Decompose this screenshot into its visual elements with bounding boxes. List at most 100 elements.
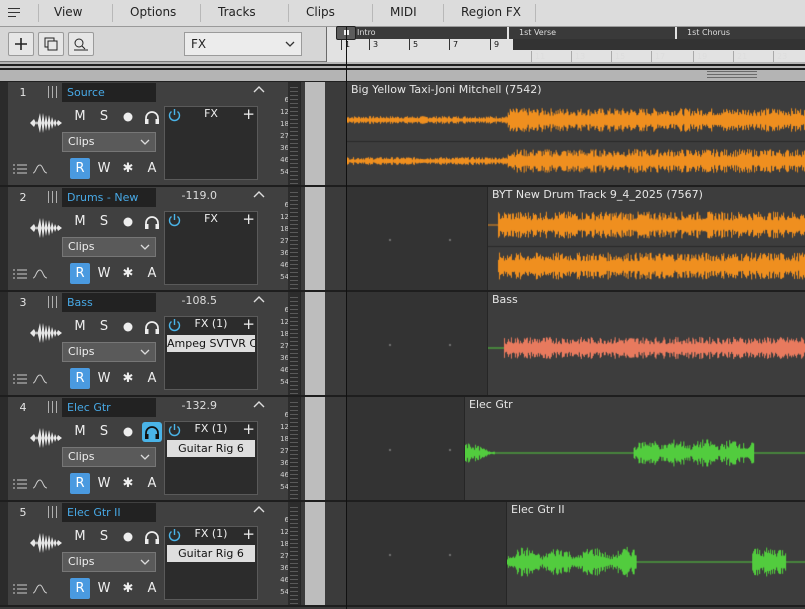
mute-button[interactable]: M <box>70 527 90 547</box>
automation-curve-icon[interactable] <box>32 478 48 490</box>
fx-power-icon[interactable] <box>167 422 182 437</box>
marker-1st-chorus[interactable]: 1st Chorus <box>677 27 805 39</box>
track-view-mode-select[interactable]: Clips <box>62 237 156 257</box>
add-fx-plus-icon[interactable]: + <box>242 315 255 333</box>
track-list-icon[interactable] <box>12 268 28 280</box>
marker-1st-verse[interactable]: 1st Verse <box>509 27 675 39</box>
arm-automation-button[interactable]: A <box>142 263 162 284</box>
track-view-button[interactable] <box>68 32 94 56</box>
automation-mode-button[interactable]: ✱ <box>118 263 138 284</box>
track-view-mode-select[interactable]: Clips <box>62 342 156 362</box>
track-grip-icon[interactable] <box>47 401 59 413</box>
solo-button[interactable]: S <box>94 422 114 442</box>
fx-plugin-slot[interactable]: Guitar Rig 6 <box>167 440 255 457</box>
arm-automation-button[interactable]: A <box>142 473 162 494</box>
write-automation-button[interactable]: W <box>94 473 114 494</box>
write-automation-button[interactable]: W <box>94 263 114 284</box>
mute-button[interactable]: M <box>70 212 90 232</box>
solo-button[interactable]: S <box>94 317 114 337</box>
solo-button[interactable]: S <box>94 527 114 547</box>
write-automation-button[interactable]: W <box>94 158 114 179</box>
automation-mode-button[interactable]: ✱ <box>118 578 138 599</box>
add-fx-plus-icon[interactable]: + <box>242 105 255 123</box>
read-automation-button[interactable]: R <box>70 578 90 599</box>
track-grip-icon[interactable] <box>47 86 59 98</box>
arm-automation-button[interactable]: A <box>142 368 162 389</box>
automation-curve-icon[interactable] <box>32 583 48 595</box>
record-arm-icon[interactable] <box>118 317 138 337</box>
add-fx-plus-icon[interactable]: + <box>242 525 255 543</box>
track-list-icon[interactable] <box>12 583 28 595</box>
track-view-mode-select[interactable]: Clips <box>62 552 156 572</box>
arm-automation-button[interactable]: A <box>142 578 162 599</box>
fx-plugin-slot[interactable]: Guitar Rig 6 <box>167 545 255 562</box>
track-list-icon[interactable] <box>12 373 28 385</box>
audio-clip[interactable]: Bass <box>487 292 805 395</box>
track-lane[interactable]: Big Yellow Taxi-Joni Mitchell (7542) <box>346 82 805 185</box>
menu-view[interactable]: View <box>54 5 82 19</box>
track-grip-icon[interactable] <box>47 506 59 518</box>
arm-automation-button[interactable]: A <box>142 158 162 179</box>
automation-curve-icon[interactable] <box>32 268 48 280</box>
input-monitor-button[interactable] <box>142 317 162 337</box>
pane-splitter[interactable] <box>0 62 805 82</box>
fx-select[interactable]: FX <box>184 32 302 56</box>
menu-options[interactable]: Options <box>130 5 176 19</box>
record-arm-icon[interactable] <box>118 527 138 547</box>
record-arm-icon[interactable] <box>118 422 138 442</box>
menu-icon[interactable] <box>8 5 24 21</box>
mute-button[interactable]: M <box>70 107 90 127</box>
record-arm-icon[interactable] <box>118 107 138 127</box>
menu-tracks[interactable]: Tracks <box>218 5 256 19</box>
mute-button[interactable]: M <box>70 422 90 442</box>
automation-curve-icon[interactable] <box>32 163 48 175</box>
menu-region-fx[interactable]: Region FX <box>461 5 521 19</box>
read-automation-button[interactable]: R <box>70 158 90 179</box>
audio-clip[interactable]: Elec Gtr <box>464 397 805 500</box>
track-list-icon[interactable] <box>12 163 28 175</box>
track-lane[interactable]: Elec Gtr II <box>346 502 805 605</box>
solo-button[interactable]: S <box>94 212 114 232</box>
menu-clips[interactable]: Clips <box>306 5 335 19</box>
track-name-field[interactable]: Drums - New <box>62 188 156 207</box>
audio-clip[interactable]: Elec Gtr II <box>506 502 805 605</box>
solo-button[interactable]: S <box>94 107 114 127</box>
timeline-ruler[interactable]: Intro 1st Verse 1st Chorus 1 3 5 7 9 11 … <box>326 27 805 62</box>
duplicate-track-button[interactable] <box>38 32 64 56</box>
track-name-field[interactable]: Elec Gtr II <box>62 503 156 522</box>
track-name-field[interactable]: Bass <box>62 293 156 312</box>
track-grip-icon[interactable] <box>47 296 59 308</box>
track-grip-icon[interactable] <box>47 191 59 203</box>
mute-button[interactable]: M <box>70 317 90 337</box>
automation-mode-button[interactable]: ✱ <box>118 368 138 389</box>
marker-intro[interactable]: Intro <box>347 27 507 39</box>
menu-midi[interactable]: MIDI <box>390 5 417 19</box>
input-monitor-button[interactable] <box>142 422 162 442</box>
fx-power-icon[interactable] <box>167 212 182 227</box>
audio-clip[interactable]: BYT New Drum Track 9_4_2025 (7567) <box>487 187 805 290</box>
track-lane[interactable]: Bass <box>346 292 805 395</box>
audio-clip[interactable]: Big Yellow Taxi-Joni Mitchell (7542) <box>346 82 805 185</box>
fx-power-icon[interactable] <box>167 107 182 122</box>
track-name-field[interactable]: Elec Gtr <box>62 398 156 417</box>
track-name-field[interactable]: Source <box>62 83 156 102</box>
read-automation-button[interactable]: R <box>70 473 90 494</box>
write-automation-button[interactable]: W <box>94 578 114 599</box>
automation-mode-button[interactable]: ✱ <box>118 473 138 494</box>
track-view-mode-select[interactable]: Clips <box>62 447 156 467</box>
track-lane[interactable]: Elec Gtr <box>346 397 805 500</box>
fx-plugin-slot[interactable]: Ampeg SVTVR C <box>167 335 255 352</box>
read-automation-button[interactable]: R <box>70 368 90 389</box>
input-monitor-button[interactable] <box>142 107 162 127</box>
read-automation-button[interactable]: R <box>70 263 90 284</box>
add-track-button[interactable] <box>8 32 34 56</box>
input-monitor-button[interactable] <box>142 527 162 547</box>
write-automation-button[interactable]: W <box>94 368 114 389</box>
input-monitor-button[interactable] <box>142 212 162 232</box>
fx-power-icon[interactable] <box>167 317 182 332</box>
add-fx-plus-icon[interactable]: + <box>242 420 255 438</box>
add-fx-plus-icon[interactable]: + <box>242 210 255 228</box>
track-lane[interactable]: BYT New Drum Track 9_4_2025 (7567) <box>346 187 805 290</box>
record-arm-icon[interactable] <box>118 212 138 232</box>
fx-power-icon[interactable] <box>167 527 182 542</box>
